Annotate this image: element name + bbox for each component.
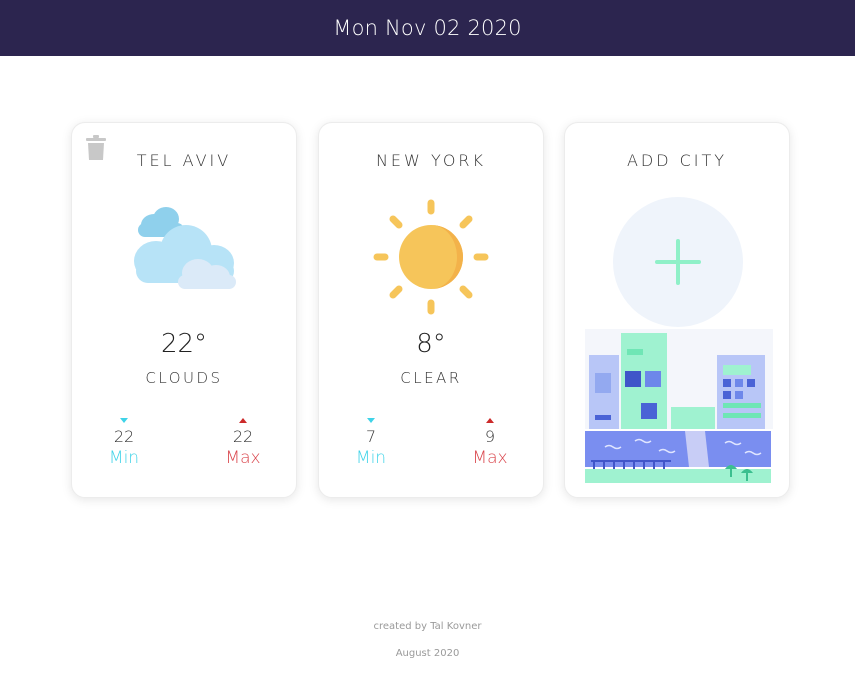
triangle-down-icon (367, 418, 375, 423)
footer-credit: created by Tal Kovner (373, 621, 482, 632)
header-bar: Mon Nov 02 2020 (0, 0, 855, 56)
weather-description: CLEAR (400, 369, 462, 387)
add-city-card[interactable]: ADD CITY (564, 122, 790, 498)
max-temp: 22 Max (213, 418, 273, 469)
min-label: Min (355, 448, 387, 468)
clouds-icon (124, 199, 244, 303)
min-temp: 7 Min (341, 418, 401, 469)
sun-icon (371, 199, 491, 321)
add-city-button[interactable] (613, 197, 743, 327)
min-value: 22 (113, 427, 135, 446)
city-name: TEL AVIV (136, 151, 232, 170)
max-value: 9 (484, 427, 496, 446)
max-value: 22 (232, 427, 254, 446)
triangle-up-icon (486, 418, 494, 423)
city-card-tel-aviv[interactable]: TEL AVIV 22° CLOUDS 22 Min 22 Max (71, 122, 297, 498)
min-value: 7 (365, 427, 377, 446)
weather-description: CLOUDS (145, 369, 223, 387)
city-card-new-york[interactable]: NEW YORK 8° CLEAR 7 Min 9 Max (318, 122, 544, 498)
city-name: NEW YORK (375, 151, 487, 170)
current-date: Mon Nov 02 2020 (333, 16, 522, 40)
temperature: 8° (416, 329, 446, 359)
triangle-down-icon (120, 418, 128, 423)
max-label: Max (225, 448, 261, 468)
temperature: 22° (160, 329, 208, 359)
triangle-up-icon (239, 418, 247, 423)
plus-icon (655, 239, 701, 285)
add-city-title: ADD CITY (626, 151, 728, 170)
min-temp: 22 Min (94, 418, 154, 469)
city-skyline-illustration (585, 327, 773, 489)
max-label: Max (472, 448, 508, 468)
min-label: Min (108, 448, 140, 468)
max-temp: 9 Max (460, 418, 520, 469)
footer-date: August 2020 (395, 648, 460, 659)
